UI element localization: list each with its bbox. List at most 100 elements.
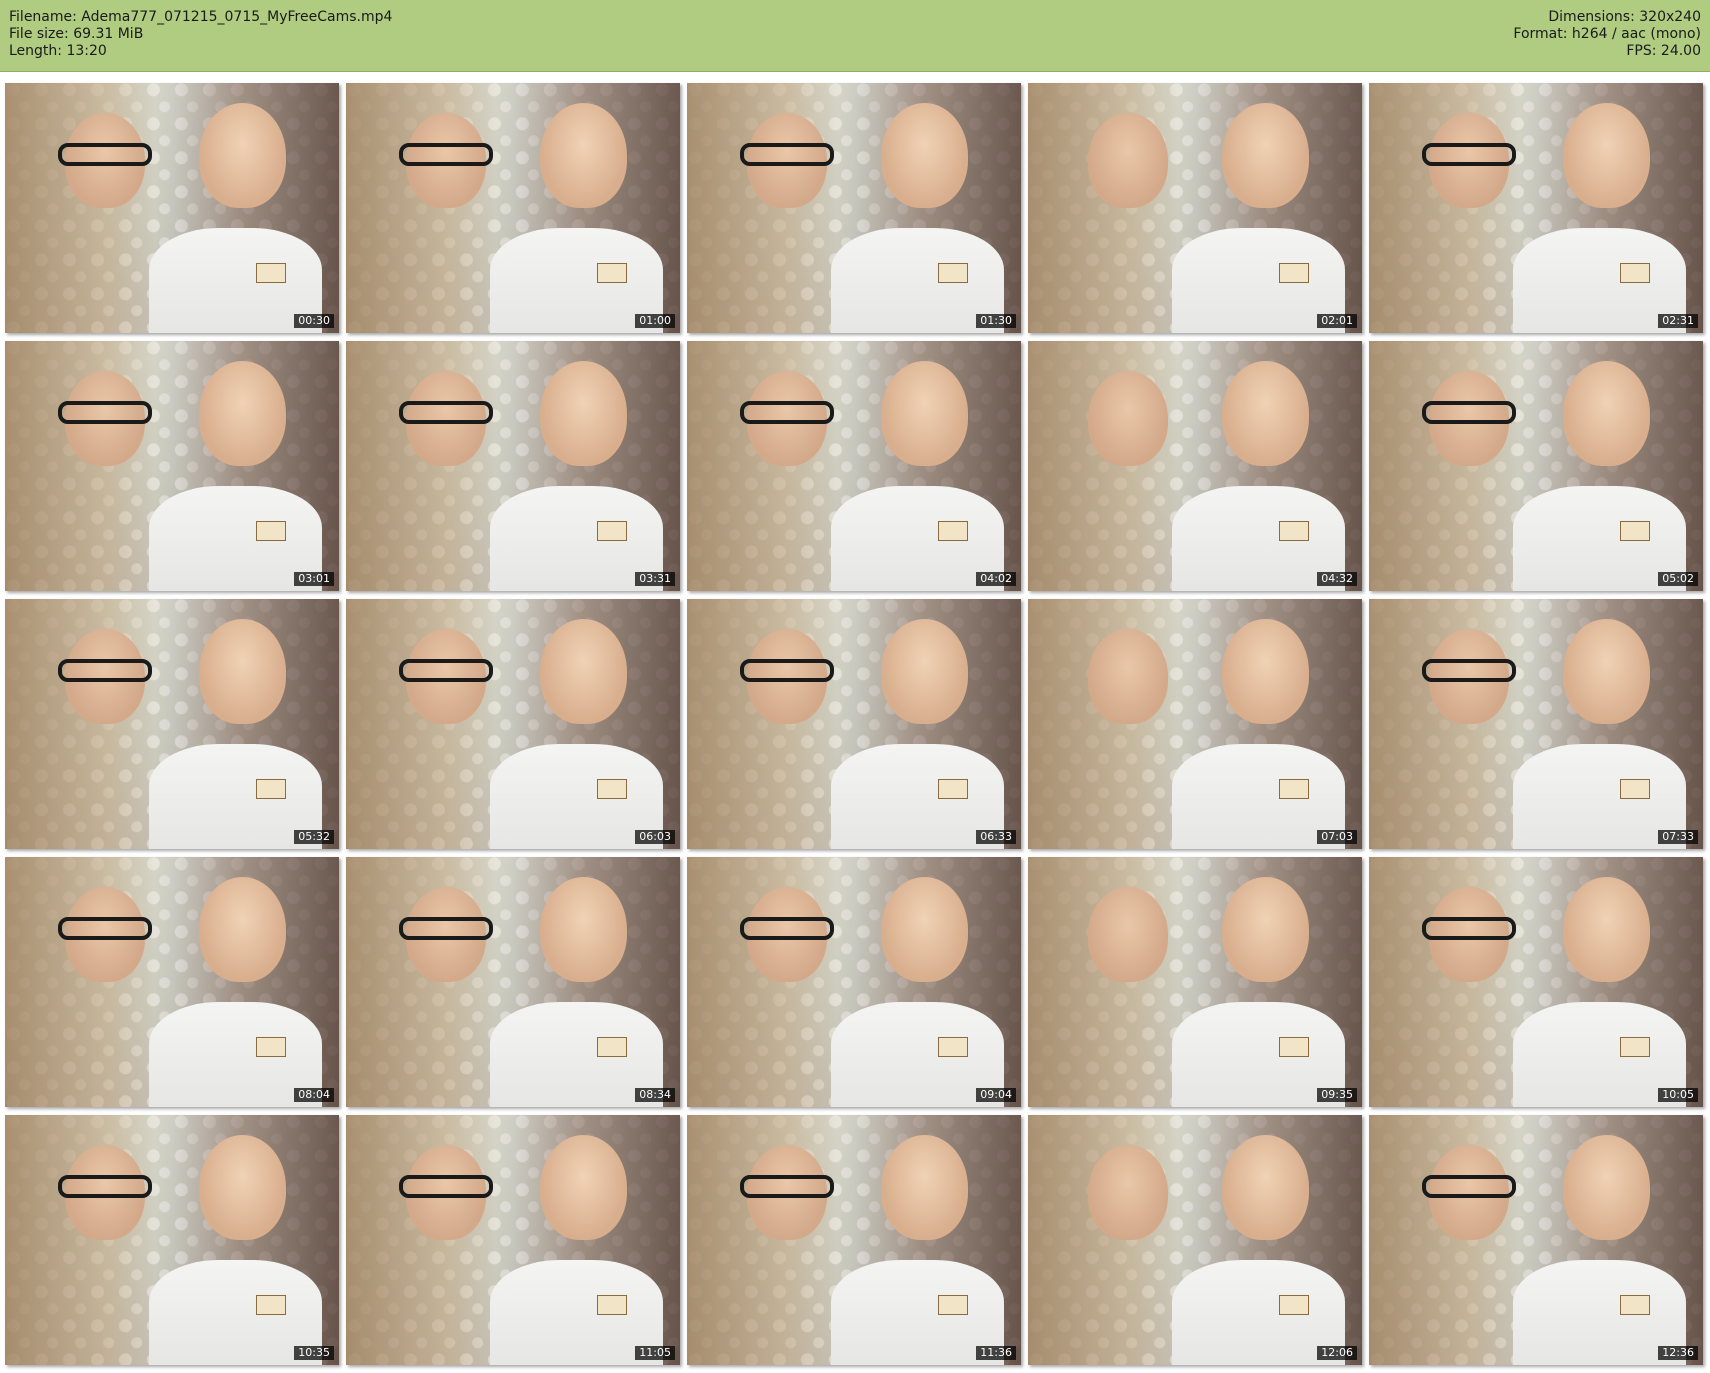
video-frame-thumbnail[interactable]: 08:04 [5, 857, 339, 1107]
timestamp-label: 07:33 [1658, 830, 1698, 844]
frame-glasses [740, 1175, 834, 1198]
frame-glasses [399, 143, 493, 166]
frame-face-left [1088, 887, 1169, 982]
video-frame-thumbnail[interactable]: 09:04 [687, 857, 1021, 1107]
frame-image [346, 1115, 680, 1365]
timestamp-label: 10:35 [294, 1346, 334, 1360]
frame-face-right [1562, 619, 1650, 724]
frame-shirt-badge [596, 779, 627, 799]
video-frame-thumbnail[interactable]: 10:35 [5, 1115, 339, 1365]
frame-image [687, 341, 1021, 591]
frame-glasses [740, 917, 834, 940]
frame-face-right [198, 1135, 286, 1240]
video-frame-thumbnail[interactable]: 11:05 [346, 1115, 680, 1365]
timestamp-label: 09:35 [1317, 1088, 1357, 1102]
video-frame-thumbnail[interactable]: 03:31 [346, 341, 680, 591]
frame-image [1028, 599, 1362, 849]
frame-glasses [58, 143, 152, 166]
frame-image [1028, 83, 1362, 333]
frame-face-right [1562, 361, 1650, 466]
timestamp-label: 10:05 [1658, 1088, 1698, 1102]
video-frame-thumbnail[interactable]: 09:35 [1028, 857, 1362, 1107]
frame-glasses [740, 143, 834, 166]
frame-shirt-badge [937, 779, 968, 799]
timestamp-label: 09:04 [976, 1088, 1016, 1102]
timestamp-label: 11:05 [635, 1346, 675, 1360]
video-frame-thumbnail[interactable]: 05:32 [5, 599, 339, 849]
frame-image [1369, 83, 1703, 333]
frame-face-right [539, 361, 627, 466]
frame-face-right [880, 1135, 968, 1240]
video-frame-thumbnail[interactable]: 11:36 [687, 1115, 1021, 1365]
video-frame-thumbnail[interactable]: 12:06 [1028, 1115, 1362, 1365]
frame-face-right [1562, 103, 1650, 208]
frame-glasses [58, 1175, 152, 1198]
frame-glasses [740, 659, 834, 682]
video-frame-thumbnail[interactable]: 03:01 [5, 341, 339, 591]
frame-face-left [1088, 113, 1169, 208]
frame-image [1369, 857, 1703, 1107]
video-frame-thumbnail[interactable]: 06:33 [687, 599, 1021, 849]
frame-glasses [58, 917, 152, 940]
frame-face-right [1562, 1135, 1650, 1240]
frame-image [346, 599, 680, 849]
frame-glasses [1422, 1175, 1516, 1198]
video-frame-thumbnail[interactable]: 06:03 [346, 599, 680, 849]
frame-shirt-badge [1619, 1037, 1650, 1057]
video-frame-thumbnail[interactable]: 04:32 [1028, 341, 1362, 591]
timestamp-label: 03:31 [635, 572, 675, 586]
timestamp-label: 04:32 [1317, 572, 1357, 586]
video-frame-thumbnail[interactable]: 01:30 [687, 83, 1021, 333]
timestamp-label: 01:30 [976, 314, 1016, 328]
frame-shirt-badge [596, 521, 627, 541]
timestamp-label: 05:32 [294, 830, 334, 844]
video-frame-thumbnail[interactable]: 07:03 [1028, 599, 1362, 849]
frame-image [1028, 857, 1362, 1107]
frame-image [687, 599, 1021, 849]
frame-image [687, 83, 1021, 333]
frame-face-right [198, 103, 286, 208]
video-frame-thumbnail[interactable]: 10:05 [1369, 857, 1703, 1107]
video-frame-thumbnail[interactable]: 01:00 [346, 83, 680, 333]
video-frame-thumbnail[interactable]: 12:36 [1369, 1115, 1703, 1365]
frame-image [687, 857, 1021, 1107]
frame-face-right [880, 103, 968, 208]
timestamp-label: 04:02 [976, 572, 1016, 586]
video-frame-thumbnail[interactable]: 04:02 [687, 341, 1021, 591]
frame-shirt-badge [596, 1295, 627, 1315]
frame-shirt-badge [937, 263, 968, 283]
timestamp-label: 08:04 [294, 1088, 334, 1102]
frame-face-left [1088, 371, 1169, 466]
video-frame-thumbnail[interactable]: 05:02 [1369, 341, 1703, 591]
frame-face-right [198, 877, 286, 982]
frame-glasses [740, 401, 834, 424]
video-frame-thumbnail[interactable]: 00:30 [5, 83, 339, 333]
frame-image [5, 341, 339, 591]
timestamp-label: 12:06 [1317, 1346, 1357, 1360]
video-frame-thumbnail[interactable]: 02:01 [1028, 83, 1362, 333]
frame-face-right [1221, 361, 1309, 466]
frame-shirt-badge [1278, 521, 1309, 541]
frame-shirt-badge [937, 521, 968, 541]
format-text: Format: h264 / aac (mono) [1513, 26, 1701, 42]
filesize-text: File size: 69.31 MiB [9, 26, 144, 42]
frame-face-right [539, 103, 627, 208]
video-frame-thumbnail[interactable]: 07:33 [1369, 599, 1703, 849]
frame-shirt-badge [255, 263, 286, 283]
timestamp-label: 05:02 [1658, 572, 1698, 586]
video-frame-thumbnail[interactable]: 02:31 [1369, 83, 1703, 333]
frame-face-right [1221, 103, 1309, 208]
timestamp-label: 02:31 [1658, 314, 1698, 328]
frame-face-right [880, 619, 968, 724]
frame-shirt-badge [937, 1295, 968, 1315]
frame-shirt-badge [1619, 779, 1650, 799]
file-info-right: Dimensions: 320x240 Format: h264 / aac (… [1513, 9, 1701, 60]
frame-image [5, 857, 339, 1107]
timestamp-label: 07:03 [1317, 830, 1357, 844]
frame-face-right [880, 877, 968, 982]
frame-image [5, 1115, 339, 1365]
frame-face-right [1562, 877, 1650, 982]
frame-glasses [1422, 143, 1516, 166]
frame-glasses [399, 401, 493, 424]
video-frame-thumbnail[interactable]: 08:34 [346, 857, 680, 1107]
